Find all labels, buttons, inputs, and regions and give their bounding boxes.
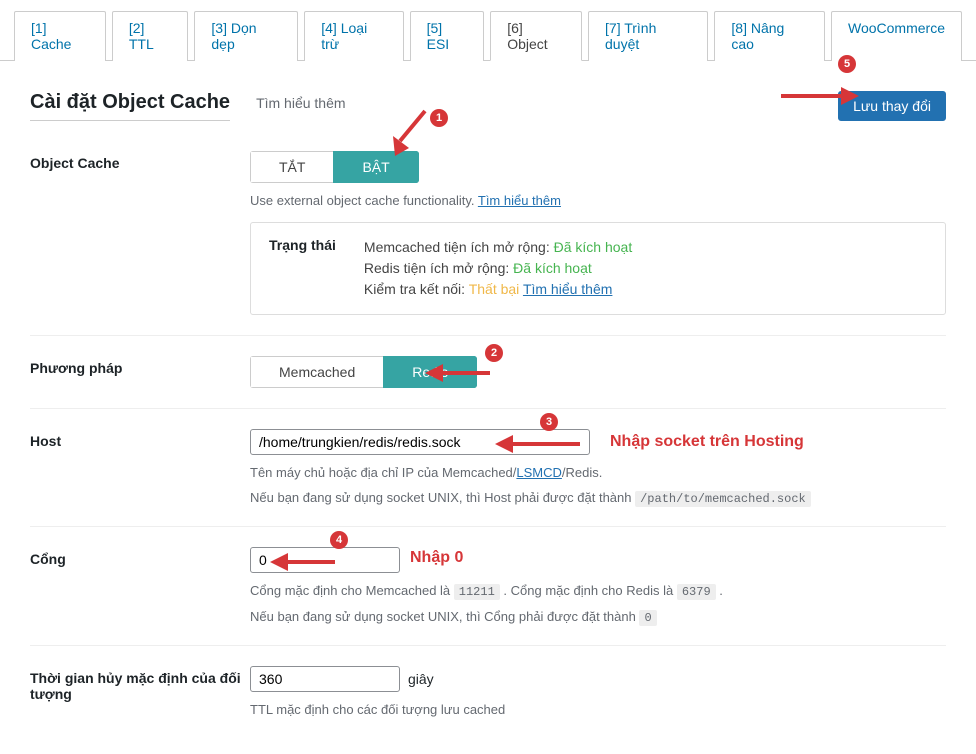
save-button[interactable]: Lưu thay đổi — [838, 91, 946, 121]
object-cache-help-link[interactable]: Tìm hiểu thêm — [478, 193, 561, 208]
tab-browser[interactable]: [7] Trình duyệt — [588, 11, 708, 61]
tab-exclude[interactable]: [4] Loại trừ — [304, 11, 403, 61]
host-help-2: Nếu bạn đang sử dụng socket UNIX, thì Ho… — [250, 490, 946, 506]
annotation-note-port: Nhập 0 — [410, 549, 463, 567]
port-help-2: Nếu bạn đang sử dụng socket UNIX, thì Cổ… — [250, 609, 946, 625]
row-object-cache: Object Cache 1 TẮT BẬT Use external obje… — [30, 131, 946, 335]
object-cache-off[interactable]: TẮT — [250, 151, 333, 183]
ttl-input[interactable] — [250, 666, 400, 692]
method-redis[interactable]: Redis — [383, 356, 477, 388]
ttl-help: TTL mặc định cho các đối tượng lưu cache… — [250, 702, 946, 717]
annotation-badge-1: 1 — [430, 109, 448, 127]
row-method: Phương pháp Memcached Redis 2 — [30, 335, 946, 408]
tab-advanced[interactable]: [8] Nâng cao — [714, 11, 825, 61]
settings-panel: Object Cache 1 TẮT BẬT Use external obje… — [0, 131, 976, 754]
status-redis: Redis tiện ích mở rộng: Đã kích hoạt — [364, 258, 632, 279]
tab-cache[interactable]: [1] Cache — [14, 11, 106, 61]
label-port: Cổng — [30, 547, 250, 625]
annotation-badge-5: 5 — [838, 55, 856, 73]
method-toggle: Memcached Redis — [250, 356, 477, 388]
tabs-bar: [1] Cache [2] TTL [3] Dọn dẹp [4] Loại t… — [0, 0, 976, 61]
status-box: Trạng thái Memcached tiện ích mở rộng: Đ… — [250, 222, 946, 315]
tab-woocommerce[interactable]: WooCommerce — [831, 11, 962, 61]
label-object-cache: Object Cache — [30, 151, 250, 315]
header-row: Cài đặt Object Cache Tìm hiểu thêm Lưu t… — [0, 61, 976, 131]
annotation-badge-3: 3 — [540, 413, 558, 431]
row-host: Host 3 Nhập socket trên Hosting Tên máy … — [30, 408, 946, 526]
learn-more-link[interactable]: Tìm hiểu thêm — [256, 95, 345, 111]
status-memcached: Memcached tiện ích mở rộng: Đã kích hoạt — [364, 237, 632, 258]
annotation-note-host: Nhập socket trên Hosting — [610, 433, 804, 451]
row-ttl: Thời gian hủy mặc định của đối tượng giâ… — [30, 645, 946, 737]
annotation-badge-2: 2 — [485, 344, 503, 362]
host-lsmcd-link[interactable]: LSMCD — [516, 465, 562, 480]
ttl-unit: giây — [408, 671, 434, 687]
label-method: Phương pháp — [30, 356, 250, 388]
annotation-badge-4: 4 — [330, 531, 348, 549]
status-learn-more[interactable]: Tìm hiểu thêm — [523, 281, 612, 297]
tab-object[interactable]: [6] Object — [490, 11, 582, 61]
tab-esi[interactable]: [5] ESI — [410, 11, 485, 61]
status-label: Trạng thái — [269, 237, 336, 300]
status-connection: Kiểm tra kết nối: Thất bại Tìm hiểu thêm — [364, 279, 632, 300]
method-memcached[interactable]: Memcached — [250, 356, 383, 388]
object-cache-on[interactable]: BẬT — [333, 151, 418, 183]
row-port: Cổng 4 Nhập 0 Cổng mặc định cho Memcache… — [30, 526, 946, 645]
object-cache-toggle: TẮT BẬT — [250, 151, 419, 183]
port-input[interactable] — [250, 547, 400, 573]
page-title: Cài đặt Object Cache — [30, 91, 230, 121]
host-help-1: Tên máy chủ hoặc địa chỉ IP của Memcache… — [250, 465, 946, 480]
object-cache-help: Use external object cache functionality.… — [250, 193, 946, 208]
port-help-1: Cổng mặc định cho Memcached là 11211 . C… — [250, 583, 946, 599]
label-ttl: Thời gian hủy mặc định của đối tượng — [30, 666, 250, 717]
host-input[interactable] — [250, 429, 590, 455]
label-host: Host — [30, 429, 250, 506]
tab-ttl[interactable]: [2] TTL — [112, 11, 189, 61]
tab-cleanup[interactable]: [3] Dọn dẹp — [194, 11, 298, 61]
